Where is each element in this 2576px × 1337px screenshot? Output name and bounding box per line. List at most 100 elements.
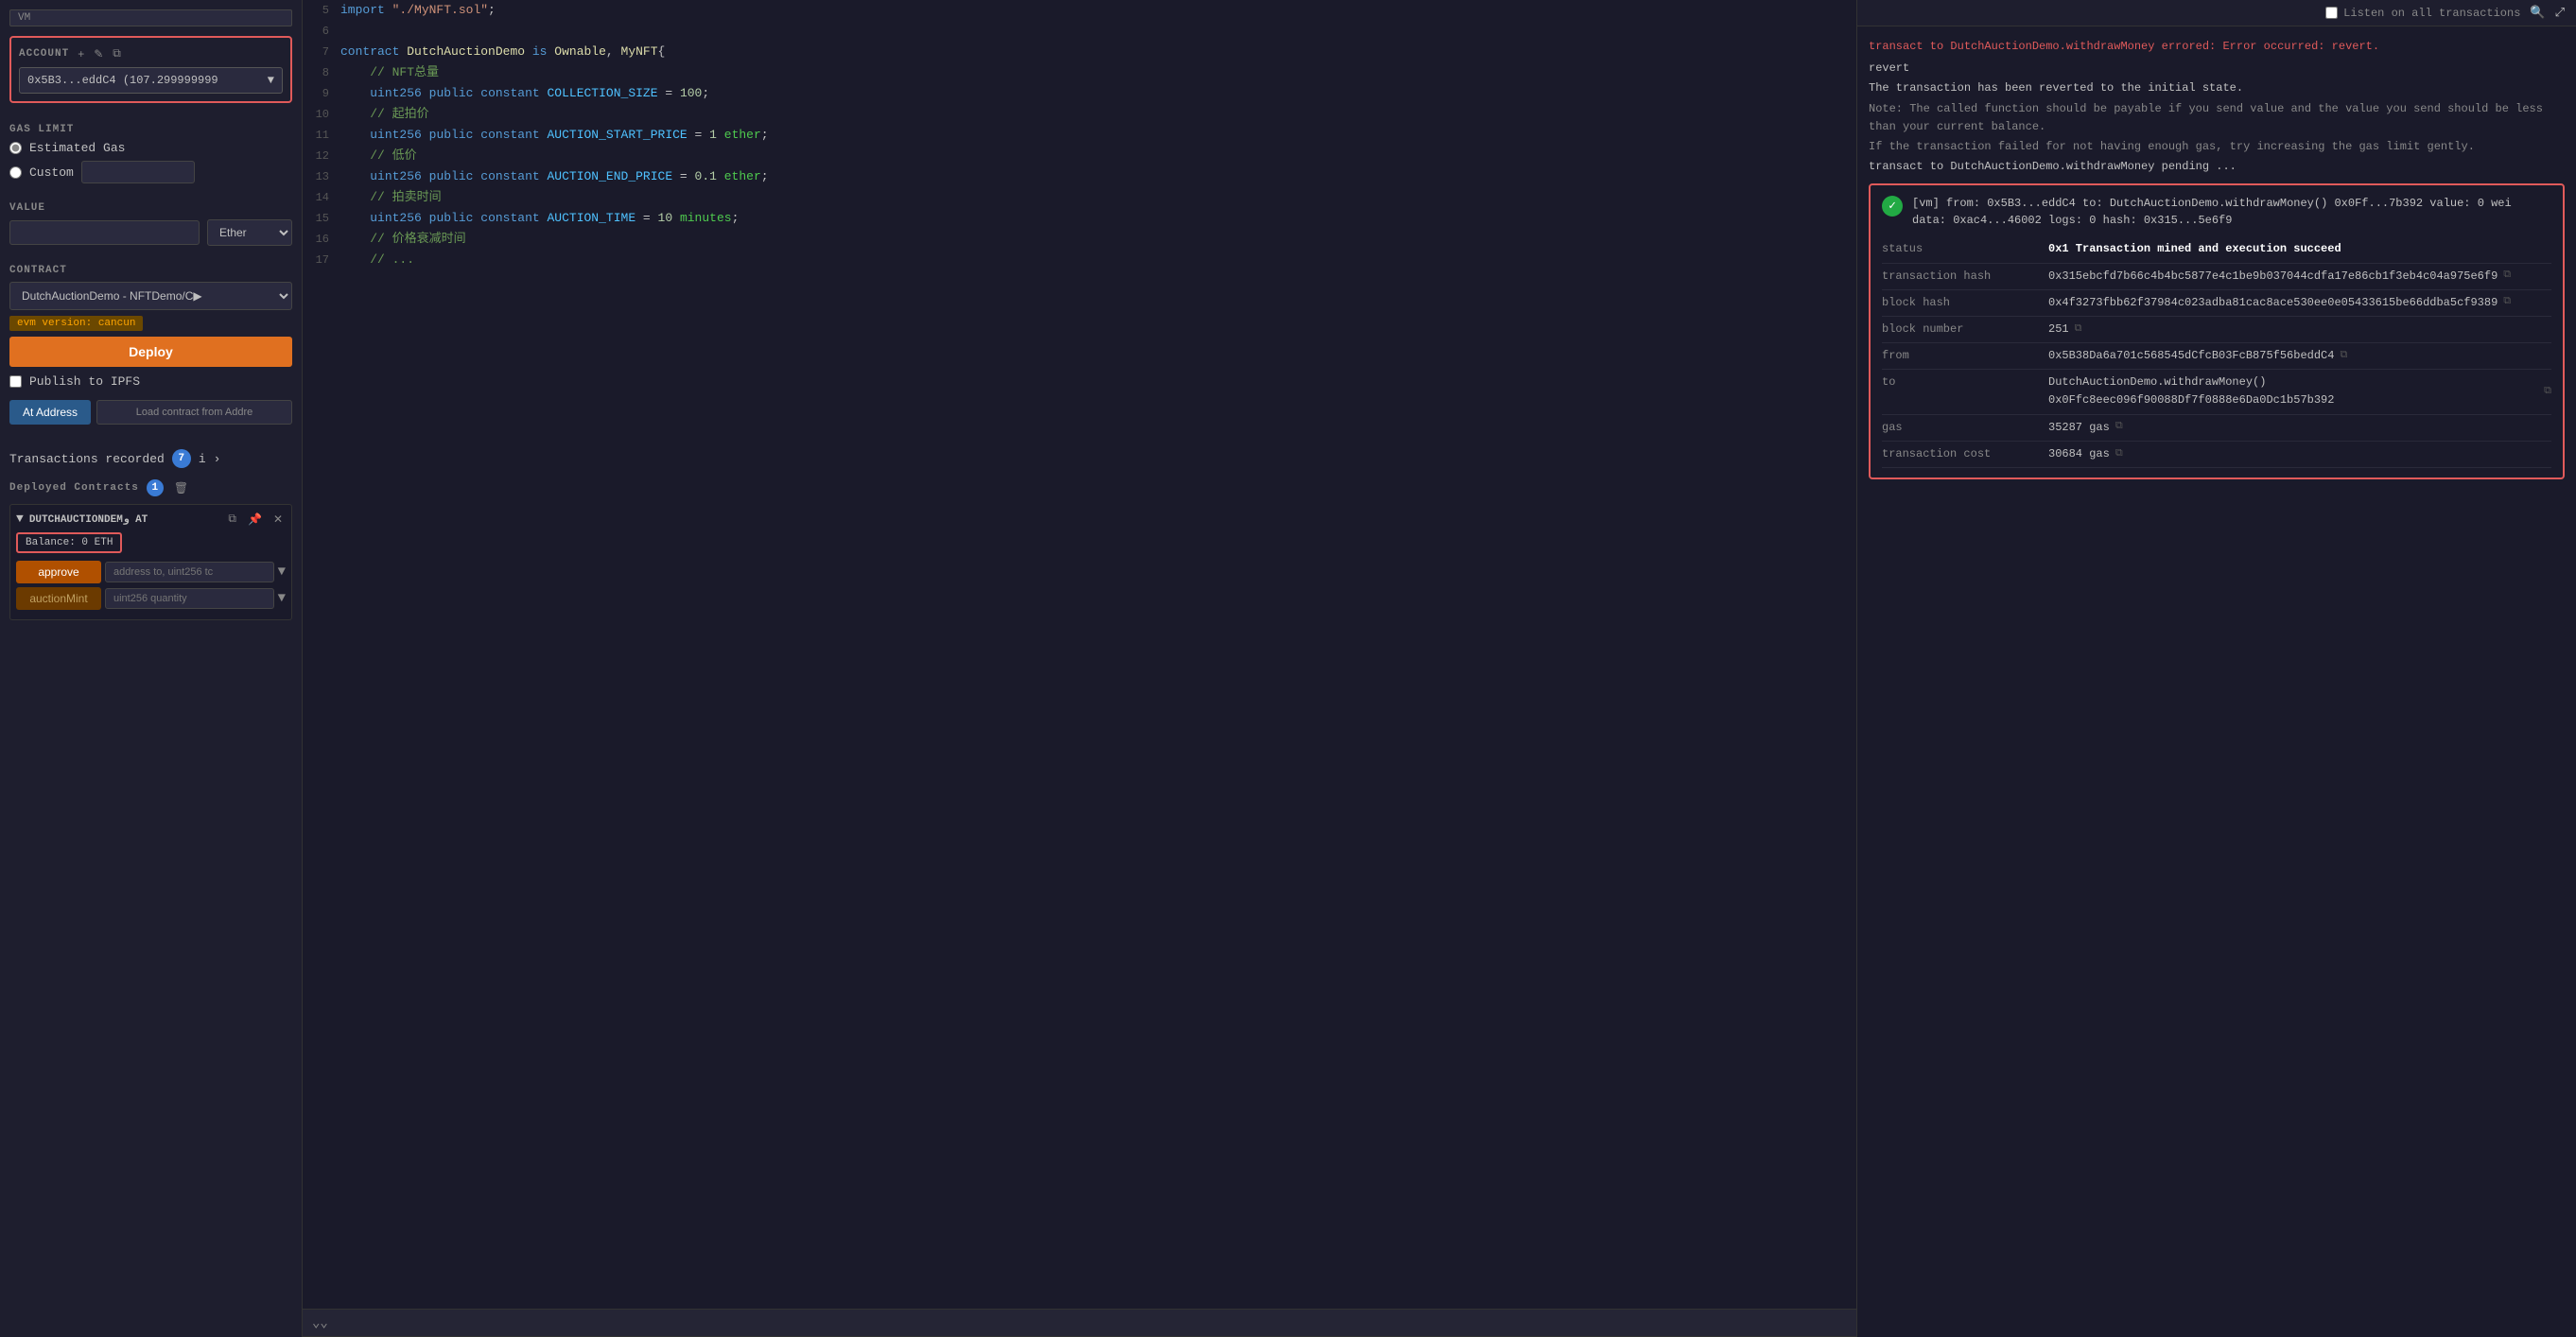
tx-status-key: status — [1882, 240, 2033, 258]
code-line-13: 13 uint256 public constant AUCTION_END_P… — [303, 166, 1856, 187]
at-address-button[interactable]: At Address — [9, 400, 91, 425]
account-dropdown[interactable]: 0x5B3...eddC4 (107.299999999 ▼ — [19, 67, 283, 94]
tx-hash-value: 0x315ebcfd7b66c4b4bc5877e4c1be9b037044cd… — [2048, 268, 2511, 286]
contract-instance: ▼ DUTCHAUCTIONDEMو AT ⧉ 📌 ✕ Balance: 0 E… — [9, 504, 292, 620]
account-label-text: ACCOUNT — [19, 48, 69, 60]
copy-to-icon[interactable]: ⧉ — [2544, 384, 2551, 401]
load-contract-button[interactable]: Load contract from Addre — [96, 400, 292, 425]
gas-limit-label: GAS LIMIT — [9, 124, 292, 135]
gas-limit-section: GAS LIMIT Estimated Gas Custom 3000000 — [9, 114, 292, 193]
value-row: 0 Ether Gwei Wei — [9, 219, 292, 246]
transactions-expand-icon[interactable]: › — [214, 452, 221, 466]
search-icon[interactable]: 🔍 — [2530, 6, 2545, 20]
tx-block-hash-key: block hash — [1882, 294, 2033, 312]
tx-hash-key: transaction hash — [1882, 268, 2033, 286]
account-section: ACCOUNT + ✎ ⧉ 0x5B3...eddC4 (107.2999999… — [9, 36, 292, 103]
listen-all-checkbox[interactable] — [2325, 7, 2338, 19]
tx-detail-to: to DutchAuctionDemo.withdrawMoney() 0x0F… — [1882, 370, 2551, 414]
custom-gas-radio[interactable] — [9, 166, 22, 179]
tx-cost-key: transaction cost — [1882, 445, 2033, 463]
code-line-12: 12 // 低价 — [303, 146, 1856, 166]
code-line-16: 16 // 价格衰减时间 — [303, 229, 1856, 250]
add-account-button[interactable]: + — [75, 45, 87, 61]
console-chevron-icon[interactable]: ⌄⌄ — [312, 1315, 328, 1331]
copy-tx-cost-icon[interactable]: ⧉ — [2115, 446, 2123, 463]
log-note-2: If the transaction failed for not having… — [1869, 138, 2565, 156]
estimated-gas-option: Estimated Gas — [9, 141, 292, 155]
tx-from-key: from — [1882, 347, 2033, 365]
auction-mint-input[interactable] — [105, 588, 274, 609]
code-line-9: 9 uint256 public constant COLLECTION_SIZ… — [303, 83, 1856, 104]
evm-badge: evm version: cancun — [9, 316, 143, 331]
publish-ipfs-checkbox[interactable] — [9, 375, 22, 388]
account-value: 0x5B3...eddC4 (107.299999999 — [27, 74, 218, 87]
code-line-14: 14 // 拍卖时间 — [303, 187, 1856, 208]
listen-checkbox: Listen on all transactions — [2325, 7, 2520, 20]
auction-mint-function-row: auctionMint ▼ — [16, 587, 286, 610]
contract-close-button[interactable]: ✕ — [270, 512, 286, 527]
transactions-info-icon: i — [199, 452, 206, 466]
console-divider: ⌄⌄ — [303, 1309, 1856, 1337]
tx-block-hash-value: 0x4f3273fbb62f37984c023adba81cac8ace530e… — [2048, 294, 2511, 312]
tx-status-value: 0x1 Transaction mined and execution succ… — [2048, 240, 2341, 258]
contract-copy-button[interactable]: ⧉ — [225, 511, 239, 527]
account-label: ACCOUNT + ✎ ⧉ — [19, 45, 283, 61]
code-line-15: 15 uint256 public constant AUCTION_TIME … — [303, 208, 1856, 229]
deployed-count-badge: 1 — [147, 479, 164, 496]
contract-pin-button[interactable]: 📌 — [245, 512, 265, 527]
tx-detail-tx-cost: transaction cost 30684 gas ⧉ — [1882, 442, 2551, 468]
approve-expand-icon[interactable]: ▼ — [278, 564, 286, 580]
code-area: 5 import "./MyNFT.sol"; 6 7 contract Dut… — [303, 0, 1856, 1309]
edit-account-button[interactable]: ✎ — [91, 45, 106, 61]
copy-block-number-icon[interactable]: ⧉ — [2075, 321, 2082, 339]
tx-header-text: from: 0x5B3...eddC4 to: DutchAuctionDemo… — [1912, 197, 2512, 227]
transactions-count-badge: 7 — [172, 449, 191, 468]
transactions-label: Transactions recorded — [9, 452, 165, 466]
copy-gas-icon[interactable]: ⧉ — [2115, 419, 2123, 436]
log-revert: revert — [1869, 60, 2565, 78]
contract-instance-expand[interactable]: ▼ — [16, 512, 24, 526]
deployed-contracts-section: Deployed Contracts 1 🗑 ▼ DUTCHAUCTIONDEM… — [9, 479, 292, 620]
contract-instance-header: ▼ DUTCHAUCTIONDEMو AT ⧉ 📌 ✕ — [16, 511, 286, 527]
tx-gas-value: 35287 gas ⧉ — [2048, 419, 2123, 437]
contract-instance-name: DUTCHAUCTIONDEMو AT — [29, 512, 220, 526]
log-error-1: transact to DutchAuctionDemo.withdrawMon… — [1869, 38, 2565, 56]
account-label-icons: + ✎ ⧉ — [75, 45, 124, 61]
left-panel: VM ACCOUNT + ✎ ⧉ 0x5B3...eddC4 (107.2999… — [0, 0, 303, 1337]
publish-row: Publish to IPFS — [9, 374, 292, 389]
tx-to-key: to — [1882, 373, 2033, 409]
value-input[interactable]: 0 — [9, 220, 200, 245]
approve-function-input[interactable] — [105, 562, 274, 582]
tx-detail-from: from 0x5B38Da6a701c568545dCfcB03FcB875f5… — [1882, 343, 2551, 370]
custom-gas-input[interactable]: 3000000 — [81, 161, 195, 183]
code-editor: 5 import "./MyNFT.sol"; 6 7 contract Dut… — [303, 0, 1857, 1337]
deployed-contracts-header: Deployed Contracts 1 🗑 — [9, 479, 292, 496]
value-unit-select[interactable]: Ether Gwei Wei — [207, 219, 292, 246]
terminal-expand-icon[interactable]: ⤢ — [2555, 6, 2565, 20]
tx-block-number-value: 251 ⧉ — [2048, 321, 2081, 339]
copy-tx-hash-icon[interactable]: ⧉ — [2503, 268, 2511, 285]
copy-account-button[interactable]: ⧉ — [110, 45, 124, 61]
copy-block-hash-icon[interactable]: ⧉ — [2503, 294, 2511, 311]
tx-from-value: 0x5B38Da6a701c568545dCfcB03FcB875f56bedd… — [2048, 347, 2347, 365]
tx-vm-label: [vm] — [1912, 197, 1940, 210]
approve-function-button[interactable]: approve — [16, 561, 101, 583]
tx-success-header: ✓ [vm] from: 0x5B3...eddC4 to: DutchAuct… — [1882, 195, 2551, 229]
contract-label: CONTRACT — [9, 265, 292, 276]
value-label: VALUE — [9, 202, 292, 214]
estimated-gas-radio[interactable] — [9, 142, 22, 154]
code-line-7: 7 contract DutchAuctionDemo is Ownable, … — [303, 42, 1856, 62]
deploy-button[interactable]: Deploy — [9, 337, 292, 367]
tx-detail-status: status 0x1 Transaction mined and executi… — [1882, 236, 2551, 263]
auction-mint-expand-icon[interactable]: ▼ — [278, 591, 286, 606]
tx-detail-hash: transaction hash 0x315ebcfd7b66c4b4bc587… — [1882, 264, 2551, 290]
delete-deployed-button[interactable]: 🗑 — [171, 480, 191, 495]
contract-select[interactable]: DutchAuctionDemo - NFTDemo/C▶ — [9, 282, 292, 310]
auction-mint-function-button[interactable]: auctionMint — [16, 587, 101, 610]
copy-from-icon[interactable]: ⧉ — [2340, 348, 2347, 365]
transactions-header[interactable]: Transactions recorded 7 i › — [9, 449, 292, 468]
code-line-5: 5 import "./MyNFT.sol"; — [303, 0, 1856, 21]
contract-balance-badge: Balance: 0 ETH — [16, 532, 122, 553]
custom-gas-option: Custom 3000000 — [9, 161, 292, 183]
gas-options: Estimated Gas Custom 3000000 — [9, 141, 292, 183]
